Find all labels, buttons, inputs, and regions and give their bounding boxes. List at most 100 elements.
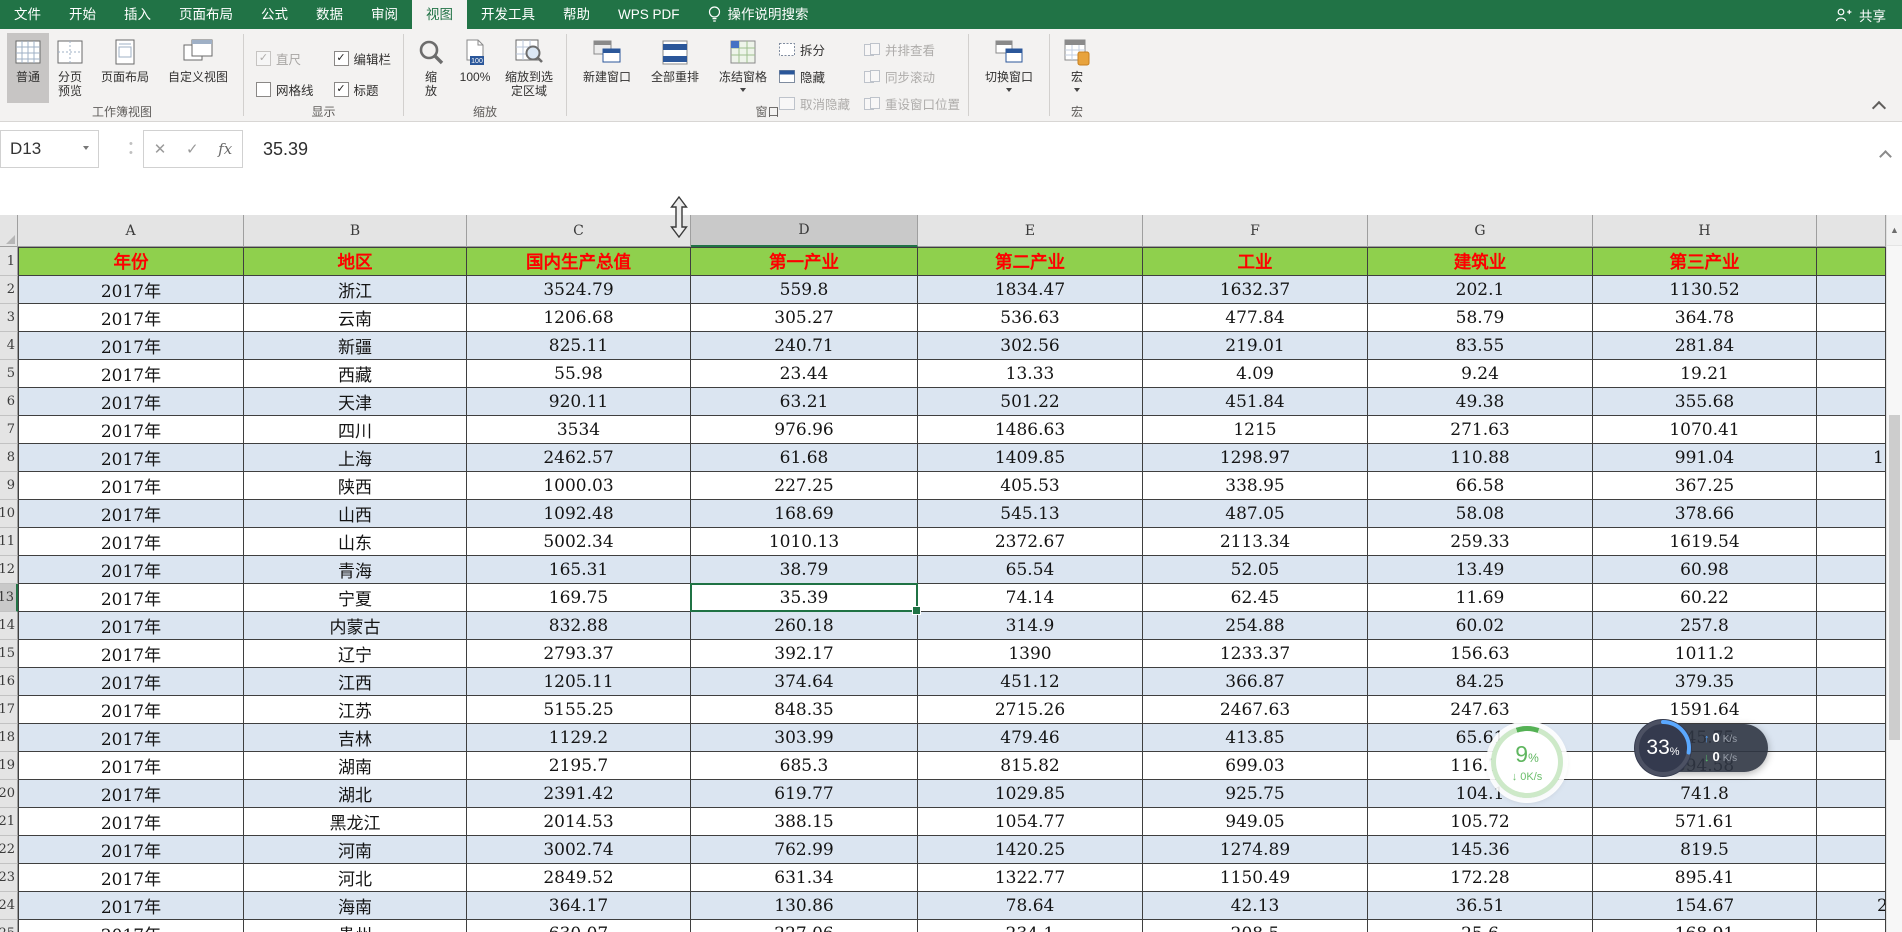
- cell-C4[interactable]: 825.11: [467, 332, 691, 360]
- arrange-all-button[interactable]: 全部重排: [641, 33, 709, 103]
- row-header-11[interactable]: 11: [0, 528, 18, 556]
- cell-F20[interactable]: 925.75: [1143, 780, 1368, 808]
- cell-H14[interactable]: 257.8: [1593, 612, 1817, 640]
- cell-C2[interactable]: 3524.79: [467, 276, 691, 304]
- cell-E23[interactable]: 1322.77: [918, 864, 1143, 892]
- row-header-22[interactable]: 22: [0, 836, 18, 864]
- cell-F14[interactable]: 254.88: [1143, 612, 1368, 640]
- cell-F10[interactable]: 487.05: [1143, 500, 1368, 528]
- cell-C6[interactable]: 920.11: [467, 388, 691, 416]
- tab-页面布局[interactable]: 页面布局: [165, 0, 247, 29]
- tab-文件[interactable]: 文件: [0, 0, 55, 29]
- zoom-button[interactable]: 缩放: [410, 33, 452, 103]
- cell-B19[interactable]: 湖南: [244, 752, 467, 780]
- cell-D10[interactable]: 168.69: [691, 500, 918, 528]
- row-header-19[interactable]: 19: [0, 752, 18, 780]
- cell-A24[interactable]: 2017年: [18, 892, 244, 920]
- column-header-partial[interactable]: [1817, 215, 1886, 247]
- cell-E12[interactable]: 65.54: [918, 556, 1143, 584]
- cell-partial-20[interactable]: [1817, 780, 1886, 808]
- cell-F16[interactable]: 366.87: [1143, 668, 1368, 696]
- row-header-10[interactable]: 10: [0, 500, 18, 528]
- cell-C7[interactable]: 3534: [467, 416, 691, 444]
- cell-F23[interactable]: 1150.49: [1143, 864, 1368, 892]
- cell-F19[interactable]: 699.03: [1143, 752, 1368, 780]
- cell-A5[interactable]: 2017年: [18, 360, 244, 388]
- column-header-E[interactable]: E: [918, 215, 1143, 247]
- column-header-D[interactable]: D: [691, 215, 918, 247]
- cell-H24[interactable]: 154.67: [1593, 892, 1817, 920]
- cell-F12[interactable]: 52.05: [1143, 556, 1368, 584]
- row-header-13[interactable]: 13: [0, 584, 18, 612]
- row-header-18[interactable]: 18: [0, 724, 18, 752]
- cell-F24[interactable]: 42.13: [1143, 892, 1368, 920]
- cell-F13[interactable]: 62.45: [1143, 584, 1368, 612]
- cell-partial-25[interactable]: [1817, 920, 1886, 932]
- column-header-H[interactable]: H: [1593, 215, 1817, 247]
- cell-D24[interactable]: 130.86: [691, 892, 918, 920]
- vertical-scrollbar[interactable]: ▲: [1886, 215, 1902, 932]
- cell-G12[interactable]: 13.49: [1368, 556, 1593, 584]
- cell-C21[interactable]: 2014.53: [467, 808, 691, 836]
- cell-H11[interactable]: 1619.54: [1593, 528, 1817, 556]
- cell-G25[interactable]: 25.6: [1368, 920, 1593, 932]
- row-header-14[interactable]: 14: [0, 612, 18, 640]
- tab-WPS PDF[interactable]: WPS PDF: [604, 0, 694, 29]
- cell-B16[interactable]: 江西: [244, 668, 467, 696]
- cell-A19[interactable]: 2017年: [18, 752, 244, 780]
- header-cell-第二产业[interactable]: 第二产业: [918, 247, 1143, 276]
- cell-D8[interactable]: 61.68: [691, 444, 918, 472]
- header-cell-第三产业[interactable]: 第三产业: [1593, 247, 1817, 276]
- cell-F3[interactable]: 477.84: [1143, 304, 1368, 332]
- cell-partial-13[interactable]: [1817, 584, 1886, 612]
- cell-C12[interactable]: 165.31: [467, 556, 691, 584]
- cell-A9[interactable]: 2017年: [18, 472, 244, 500]
- cell-E4[interactable]: 302.56: [918, 332, 1143, 360]
- cell-A4[interactable]: 2017年: [18, 332, 244, 360]
- cell-H15[interactable]: 1011.2: [1593, 640, 1817, 668]
- cell-C13[interactable]: 169.75: [467, 584, 691, 612]
- cell-H5[interactable]: 19.21: [1593, 360, 1817, 388]
- cell-partial-17[interactable]: [1817, 696, 1886, 724]
- cell-C10[interactable]: 1092.48: [467, 500, 691, 528]
- cell-G8[interactable]: 110.88: [1368, 444, 1593, 472]
- cell-F2[interactable]: 1632.37: [1143, 276, 1368, 304]
- cell-partial-15[interactable]: [1817, 640, 1886, 668]
- cell-partial-8[interactable]: 16: [1817, 444, 1886, 472]
- cell-H20[interactable]: 741.8: [1593, 780, 1817, 808]
- cell-E20[interactable]: 1029.85: [918, 780, 1143, 808]
- name-box[interactable]: D13: [0, 130, 99, 168]
- cell-F8[interactable]: 1298.97: [1143, 444, 1368, 472]
- header-cell-年份[interactable]: 年份: [18, 247, 244, 276]
- cell-partial-9[interactable]: [1817, 472, 1886, 500]
- cell-B7[interactable]: 四川: [244, 416, 467, 444]
- cell-D21[interactable]: 388.15: [691, 808, 918, 836]
- cell-F9[interactable]: 338.95: [1143, 472, 1368, 500]
- cell-E17[interactable]: 2715.26: [918, 696, 1143, 724]
- cell-E6[interactable]: 501.22: [918, 388, 1143, 416]
- cell-B6[interactable]: 天津: [244, 388, 467, 416]
- cell-B13[interactable]: 宁夏: [244, 584, 467, 612]
- cell-B24[interactable]: 海南: [244, 892, 467, 920]
- cell-E7[interactable]: 1486.63: [918, 416, 1143, 444]
- cell-D23[interactable]: 631.34: [691, 864, 918, 892]
- cell-D25[interactable]: 227.06: [691, 920, 918, 932]
- normal-view-button[interactable]: 普通: [7, 33, 49, 103]
- cell-A21[interactable]: 2017年: [18, 808, 244, 836]
- freeze-panes-button[interactable]: 冻结窗格: [709, 33, 777, 103]
- checkbox-标题[interactable]: ✓ 标题: [333, 80, 392, 99]
- cell-F25[interactable]: 208.5: [1143, 920, 1368, 932]
- cell-A14[interactable]: 2017年: [18, 612, 244, 640]
- cancel-icon[interactable]: ✕: [154, 140, 167, 158]
- cell-F21[interactable]: 949.05: [1143, 808, 1368, 836]
- header-cell-工业[interactable]: 工业: [1143, 247, 1368, 276]
- tab-开发工具[interactable]: 开发工具: [467, 0, 549, 29]
- cell-F17[interactable]: 2467.63: [1143, 696, 1368, 724]
- cell-H9[interactable]: 367.25: [1593, 472, 1817, 500]
- row-header-7[interactable]: 7: [0, 416, 18, 444]
- cell-C19[interactable]: 2195.7: [467, 752, 691, 780]
- tab-帮助[interactable]: 帮助: [549, 0, 604, 29]
- cell-B11[interactable]: 山东: [244, 528, 467, 556]
- cell-E3[interactable]: 536.63: [918, 304, 1143, 332]
- cell-D18[interactable]: 303.99: [691, 724, 918, 752]
